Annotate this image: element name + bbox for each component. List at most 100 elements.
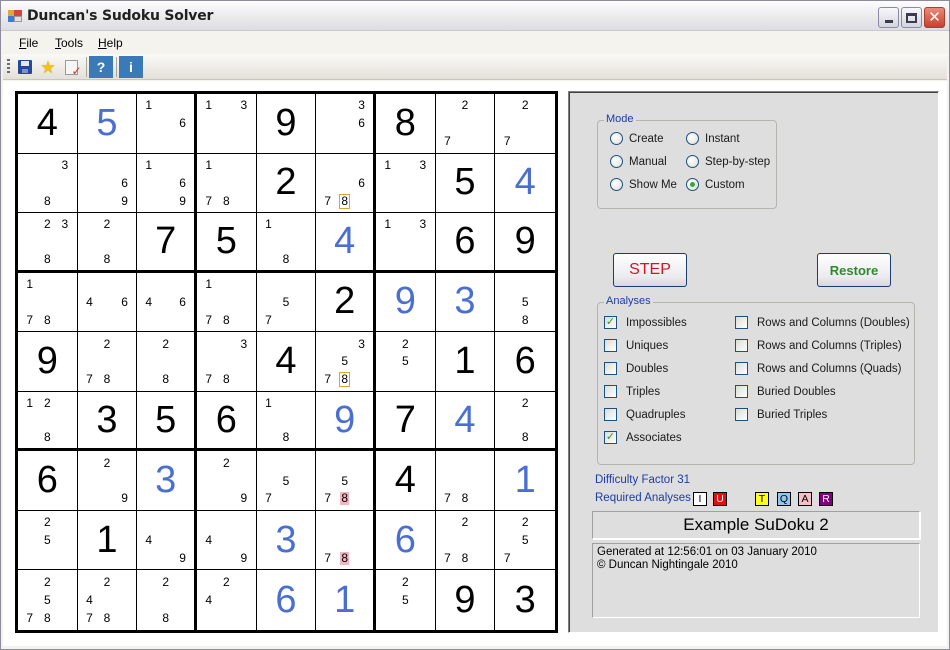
- menu-file[interactable]: File: [19, 36, 38, 50]
- sudoku-cell[interactable]: 46: [77, 272, 138, 333]
- sudoku-cell[interactable]: 3 78: [197, 332, 257, 392]
- analysis-impossibles[interactable]: Impossibles: [604, 316, 687, 329]
- sudoku-cell[interactable]: 9: [376, 272, 436, 333]
- radio-button[interactable]: [686, 132, 699, 145]
- sudoku-cell[interactable]: 1 6 9: [137, 153, 197, 214]
- sudoku-cell[interactable]: 38: [18, 153, 78, 214]
- radio-button[interactable]: [686, 178, 699, 191]
- checkbox[interactable]: [604, 339, 617, 352]
- sudoku-cell[interactable]: 7: [137, 213, 197, 273]
- sudoku-cell[interactable]: 25: [18, 510, 78, 571]
- sudoku-cell[interactable]: 18: [256, 391, 317, 452]
- sudoku-cell[interactable]: 3: [256, 510, 317, 571]
- sudoku-cell[interactable]: 12 8: [18, 391, 78, 452]
- sudoku-cell[interactable]: 49: [137, 510, 197, 571]
- mode-option-show-me[interactable]: Show Me: [610, 178, 677, 191]
- sudoku-cell[interactable]: 16: [137, 94, 197, 154]
- close-button[interactable]: ✕: [924, 7, 945, 28]
- sudoku-cell[interactable]: 6: [197, 391, 257, 452]
- sudoku-cell[interactable]: 4: [376, 451, 436, 511]
- sudoku-cell[interactable]: 24: [197, 570, 257, 630]
- sudoku-cell[interactable]: 28: [137, 332, 197, 392]
- sudoku-cell[interactable]: 3: [77, 391, 138, 452]
- sudoku-cell[interactable]: 7: [376, 391, 436, 452]
- sudoku-cell[interactable]: 1: [495, 451, 555, 511]
- sudoku-cell[interactable]: 2 578: [18, 570, 78, 630]
- sudoku-cell[interactable]: 6 78: [316, 153, 376, 214]
- sudoku-cell[interactable]: 69: [77, 153, 138, 214]
- analysis-rows-and-columns-quads[interactable]: Rows and Columns (Quads): [735, 362, 901, 375]
- sudoku-cell[interactable]: 6: [18, 451, 78, 511]
- sudoku-cell[interactable]: 5: [137, 391, 197, 452]
- analysis-triples[interactable]: Triples: [604, 385, 660, 398]
- sudoku-cell[interactable]: 27: [435, 94, 496, 154]
- sudoku-cell[interactable]: 3: [495, 570, 555, 630]
- sudoku-cell[interactable]: 58: [495, 272, 555, 333]
- sudoku-cell[interactable]: 6: [435, 213, 496, 273]
- sudoku-cell[interactable]: 578: [316, 451, 376, 511]
- sudoku-cell[interactable]: 2 57: [495, 510, 555, 571]
- sudoku-cell[interactable]: 57: [256, 451, 317, 511]
- sudoku-cell[interactable]: 25: [376, 332, 436, 392]
- sudoku-cell[interactable]: 2: [256, 153, 317, 214]
- sudoku-cell[interactable]: 28: [137, 570, 197, 630]
- sudoku-cell[interactable]: 36: [316, 94, 376, 154]
- sudoku-cell[interactable]: 3: [435, 272, 496, 333]
- mode-option-custom[interactable]: Custom: [686, 178, 745, 191]
- sudoku-cell[interactable]: 5: [77, 94, 138, 154]
- analysis-quadruples[interactable]: Quadruples: [604, 408, 685, 421]
- sudoku-cell[interactable]: 2: [316, 272, 376, 333]
- checkbox[interactable]: [735, 339, 748, 352]
- sudoku-cell[interactable]: 2 78: [435, 510, 496, 571]
- sudoku-cell[interactable]: 78: [435, 451, 496, 511]
- mode-option-create[interactable]: Create: [610, 132, 664, 145]
- sudoku-cell[interactable]: 29: [77, 451, 138, 511]
- sudoku-cell[interactable]: 5: [197, 213, 257, 273]
- sudoku-cell[interactable]: 5: [435, 153, 496, 214]
- analysis-buried-doubles[interactable]: Buried Doubles: [735, 385, 836, 398]
- sudoku-cell[interactable]: 1: [77, 510, 138, 571]
- sudoku-cell[interactable]: 9: [435, 570, 496, 630]
- sudoku-cell[interactable]: 1: [435, 332, 496, 392]
- sudoku-cell[interactable]: 8: [376, 94, 436, 154]
- sudoku-cell[interactable]: 13: [376, 153, 436, 214]
- check-document-button[interactable]: [60, 56, 82, 78]
- sudoku-cell[interactable]: 4: [256, 332, 317, 392]
- analysis-associates[interactable]: Associates: [604, 431, 682, 444]
- sudoku-cell[interactable]: 49: [197, 510, 257, 571]
- sudoku-cell[interactable]: 9: [316, 391, 376, 452]
- sudoku-cell[interactable]: 1: [316, 570, 376, 630]
- sudoku-cell[interactable]: 18: [256, 213, 317, 273]
- checkbox[interactable]: [604, 316, 617, 329]
- sudoku-cell[interactable]: 25: [376, 570, 436, 630]
- analysis-rows-and-columns-doubles[interactable]: Rows and Columns (Doubles): [735, 316, 910, 329]
- radio-button[interactable]: [610, 155, 623, 168]
- save-button[interactable]: [14, 56, 36, 78]
- sudoku-cell[interactable]: 28: [495, 391, 555, 452]
- sudoku-cell[interactable]: 23 8: [18, 213, 78, 273]
- mode-option-manual[interactable]: Manual: [610, 155, 667, 168]
- radio-button[interactable]: [610, 178, 623, 191]
- toolbar-grip[interactable]: [7, 59, 10, 75]
- sudoku-cell[interactable]: 2 78: [77, 332, 138, 392]
- radio-button[interactable]: [686, 155, 699, 168]
- analysis-uniques[interactable]: Uniques: [604, 339, 668, 352]
- sudoku-cell[interactable]: 6: [256, 570, 317, 630]
- sudoku-cell[interactable]: 27: [495, 94, 555, 154]
- sudoku-cell[interactable]: 13: [197, 94, 257, 154]
- radio-button[interactable]: [610, 132, 623, 145]
- mode-option-instant[interactable]: Instant: [686, 132, 740, 145]
- sudoku-cell[interactable]: 1 78: [18, 272, 78, 333]
- maximize-button[interactable]: [901, 7, 922, 28]
- sudoku-cell[interactable]: 3: [137, 451, 197, 511]
- sudoku-cell[interactable]: 9: [256, 94, 317, 154]
- sudoku-cell[interactable]: 9: [18, 332, 78, 392]
- sudoku-cell[interactable]: 46: [137, 272, 197, 333]
- menu-help[interactable]: Help: [98, 36, 123, 50]
- sudoku-cell[interactable]: 4: [18, 94, 78, 154]
- checkbox[interactable]: [735, 362, 748, 375]
- favourite-button[interactable]: ★: [37, 56, 59, 78]
- sudoku-cell[interactable]: 28: [77, 213, 138, 273]
- checkbox[interactable]: [604, 408, 617, 421]
- sudoku-cell[interactable]: 6: [376, 510, 436, 571]
